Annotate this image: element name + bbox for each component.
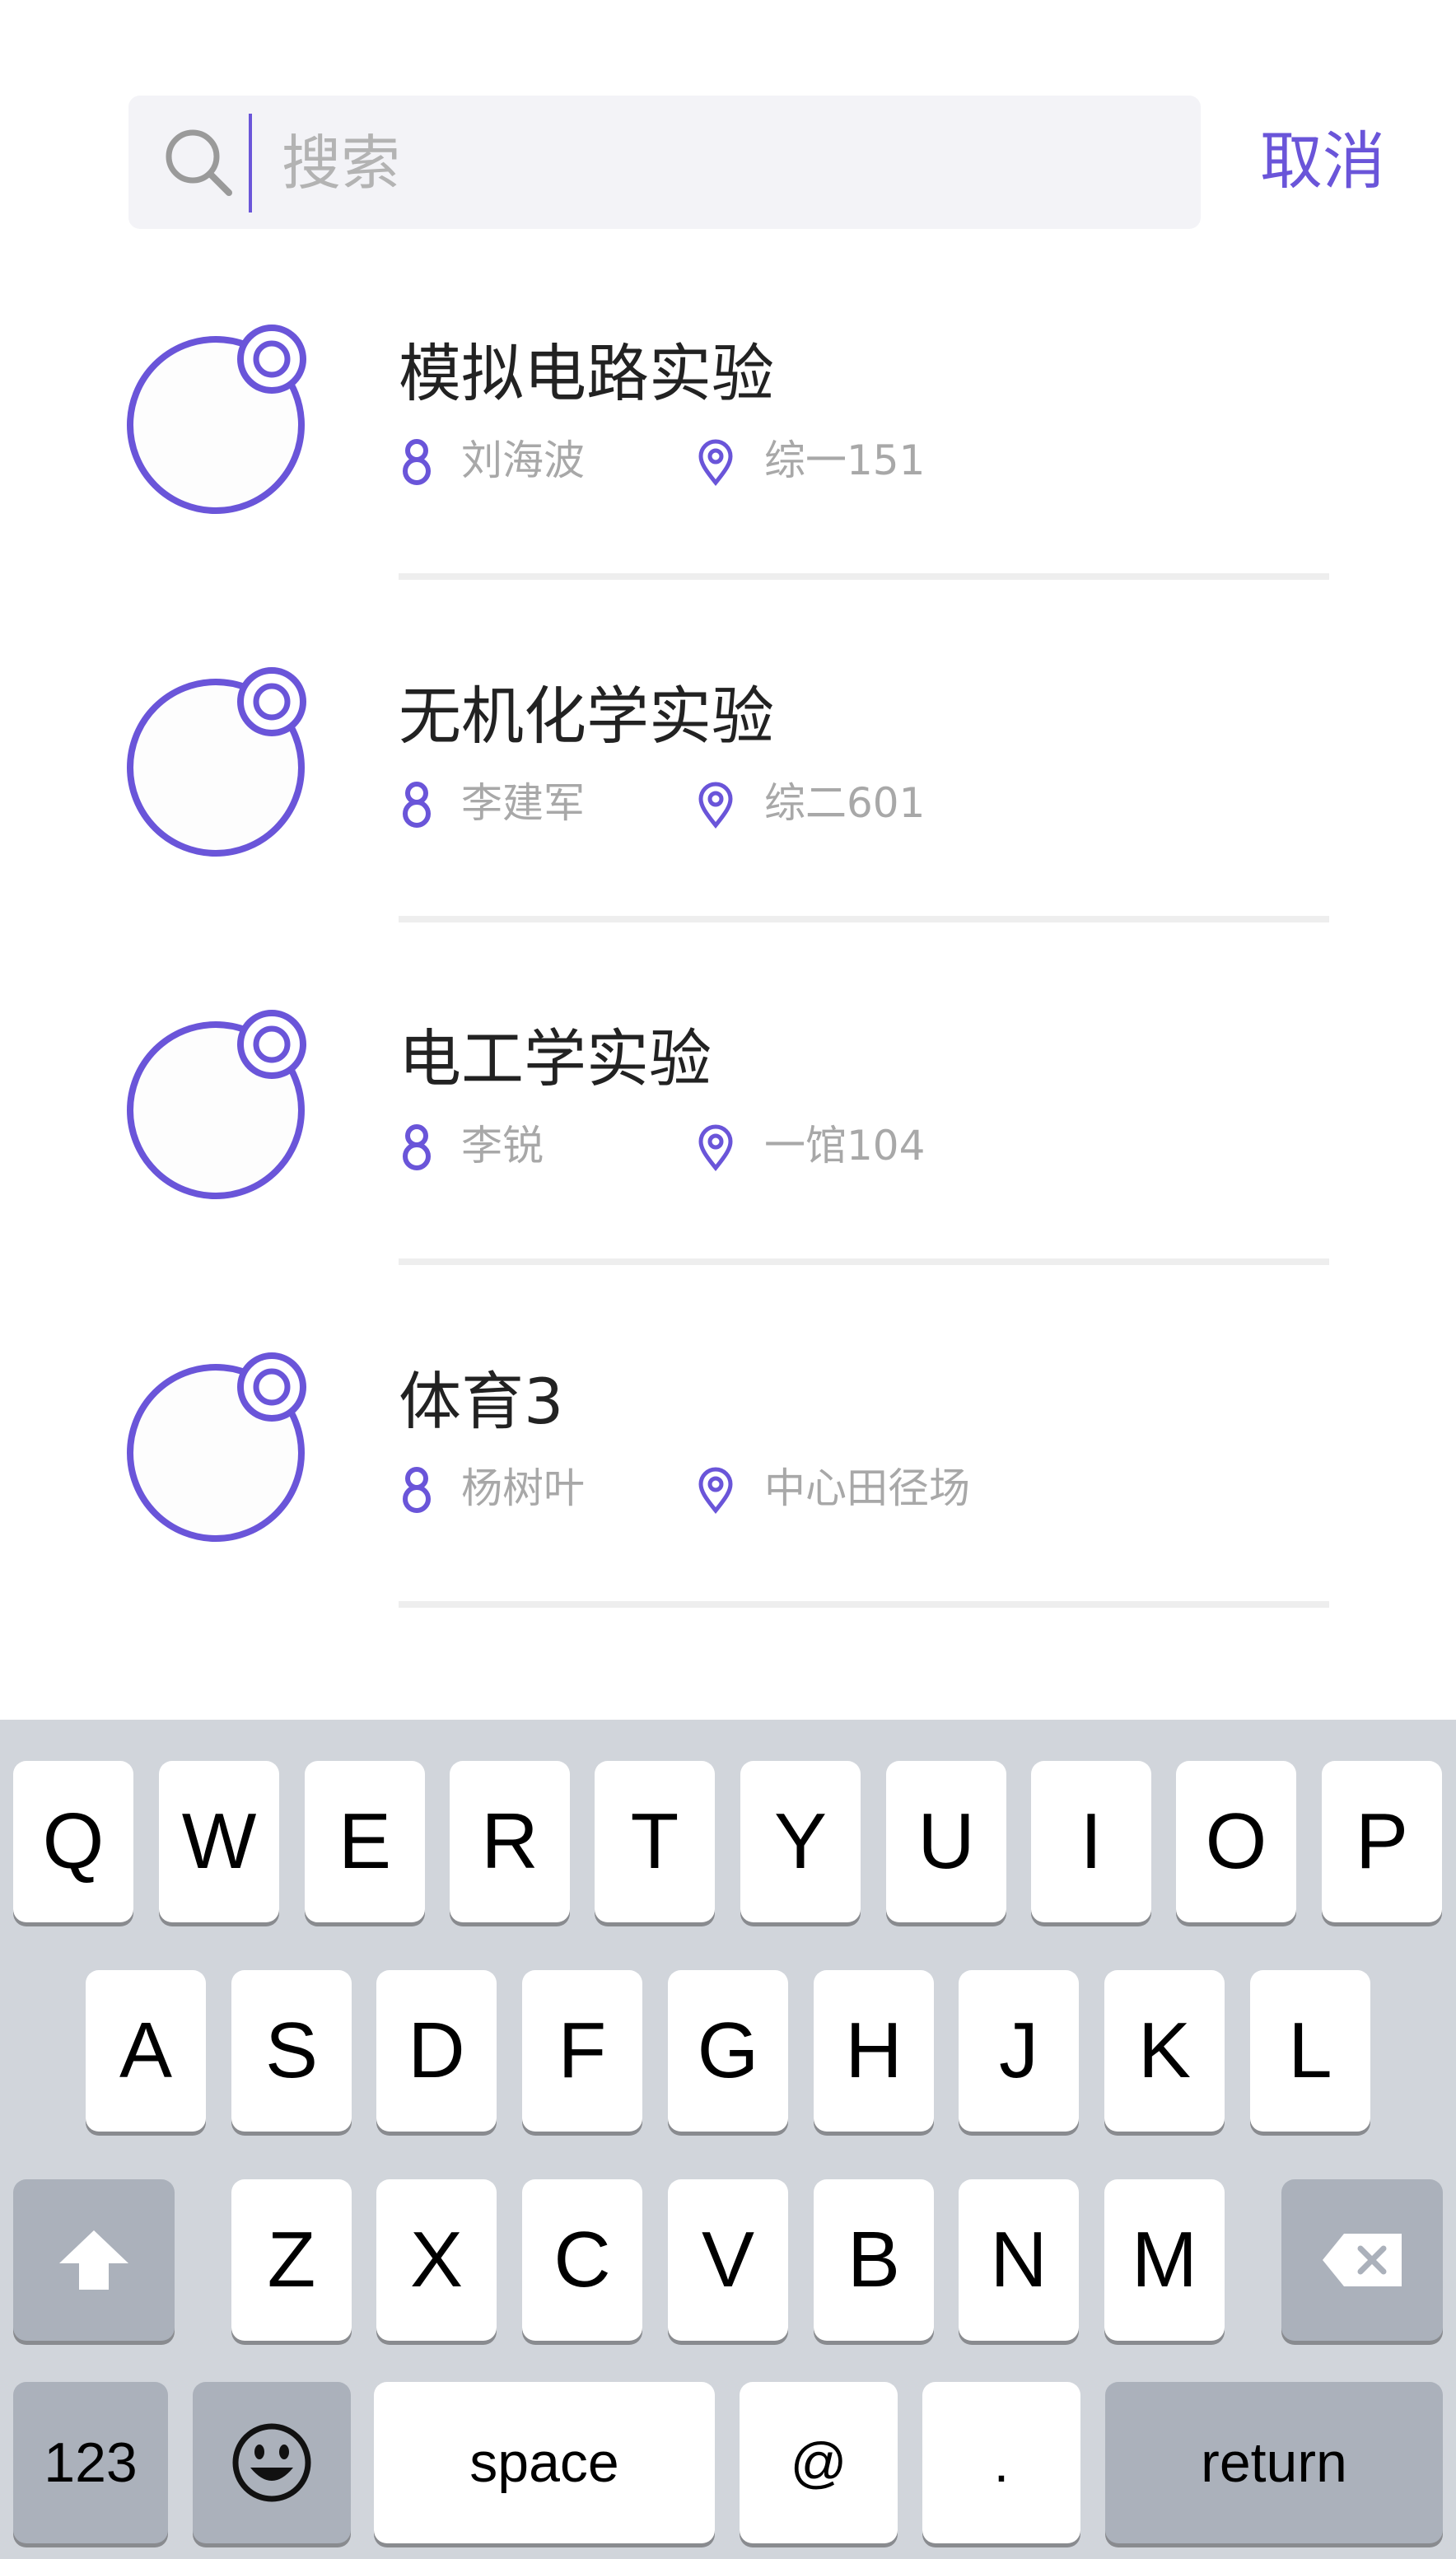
- location-text: 综二601: [764, 779, 926, 827]
- dot-key-label: .: [993, 2431, 1010, 2494]
- shift-key[interactable]: [13, 2179, 175, 2341]
- space-key[interactable]: space: [374, 2382, 715, 2543]
- divider: [399, 916, 1329, 922]
- key-j[interactable]: J: [959, 1970, 1079, 2132]
- teacher-name: 杨树叶: [461, 1464, 585, 1512]
- key-b[interactable]: B: [814, 2179, 934, 2341]
- key-g[interactable]: G: [668, 1970, 788, 2132]
- key-k[interactable]: K: [1104, 1970, 1225, 2132]
- key-a[interactable]: A: [86, 1970, 206, 2132]
- return-key-label: return: [1201, 2431, 1347, 2494]
- key-e[interactable]: E: [305, 1761, 425, 1922]
- location-pin-icon: [698, 439, 733, 486]
- teacher-name: 李锐: [461, 1122, 544, 1170]
- key-q[interactable]: Q: [13, 1761, 133, 1922]
- key-f[interactable]: F: [522, 1970, 642, 2132]
- key-y[interactable]: Y: [740, 1761, 861, 1922]
- key-o[interactable]: O: [1176, 1761, 1296, 1922]
- person-icon: [403, 1467, 431, 1513]
- at-key[interactable]: @: [740, 2382, 898, 2543]
- key-c[interactable]: C: [522, 2179, 642, 2341]
- location-text: 综一151: [764, 437, 926, 484]
- emoji-key[interactable]: [193, 2382, 351, 2543]
- backspace-icon: [1323, 2234, 1402, 2286]
- course-icon: [127, 325, 306, 514]
- key-l[interactable]: L: [1250, 1970, 1370, 2132]
- keyboard: Q W E R T Y U I O P A S D F G H J K L Z …: [0, 1720, 1456, 2559]
- person-icon: [403, 439, 431, 485]
- dot-key[interactable]: .: [922, 2382, 1080, 2543]
- return-key[interactable]: return: [1105, 2382, 1443, 2543]
- numbers-key[interactable]: 123: [13, 2382, 168, 2543]
- location-text: 一馆104: [764, 1122, 926, 1170]
- numbers-key-label: 123: [44, 2431, 138, 2494]
- key-d[interactable]: D: [376, 1970, 497, 2132]
- at-key-label: @: [790, 2431, 847, 2494]
- course-name: 体育3: [399, 1365, 564, 1438]
- person-icon: [403, 782, 431, 828]
- key-w[interactable]: W: [159, 1761, 279, 1922]
- list-item[interactable]: 体育3 杨树叶 中心田径场: [0, 0, 1456, 1608]
- key-v[interactable]: V: [668, 2179, 788, 2341]
- shift-arrow-icon: [59, 2230, 128, 2290]
- key-z[interactable]: Z: [231, 2179, 352, 2341]
- key-p[interactable]: P: [1322, 1761, 1442, 1922]
- emoji-icon: [232, 2423, 311, 2502]
- key-s[interactable]: S: [231, 1970, 352, 2132]
- key-m[interactable]: M: [1104, 2179, 1225, 2341]
- teacher-name: 刘海波: [461, 437, 585, 484]
- location-pin-icon: [698, 1124, 733, 1171]
- divider: [399, 1258, 1329, 1265]
- space-key-label: space: [469, 2431, 619, 2494]
- delete-key[interactable]: [1281, 2179, 1443, 2341]
- person-icon: [403, 1124, 431, 1170]
- course-name: 电工学实验: [399, 1022, 712, 1095]
- course-name: 无机化学实验: [399, 679, 774, 753]
- teacher-name: 李建军: [461, 779, 585, 827]
- location-pin-icon: [698, 1467, 733, 1514]
- key-u[interactable]: U: [886, 1761, 1006, 1922]
- key-r[interactable]: R: [450, 1761, 570, 1922]
- divider: [399, 1601, 1329, 1608]
- key-i[interactable]: I: [1031, 1761, 1151, 1922]
- location-text: 中心田径场: [764, 1464, 970, 1512]
- key-t[interactable]: T: [595, 1761, 715, 1922]
- course-name: 模拟电路实验: [399, 337, 774, 410]
- divider: [399, 573, 1329, 580]
- course-icon: [127, 667, 306, 857]
- course-icon: [127, 1352, 306, 1542]
- location-pin-icon: [698, 782, 733, 829]
- key-n[interactable]: N: [959, 2179, 1079, 2341]
- key-x[interactable]: X: [376, 2179, 497, 2341]
- course-icon: [127, 1010, 306, 1199]
- key-h[interactable]: H: [814, 1970, 934, 2132]
